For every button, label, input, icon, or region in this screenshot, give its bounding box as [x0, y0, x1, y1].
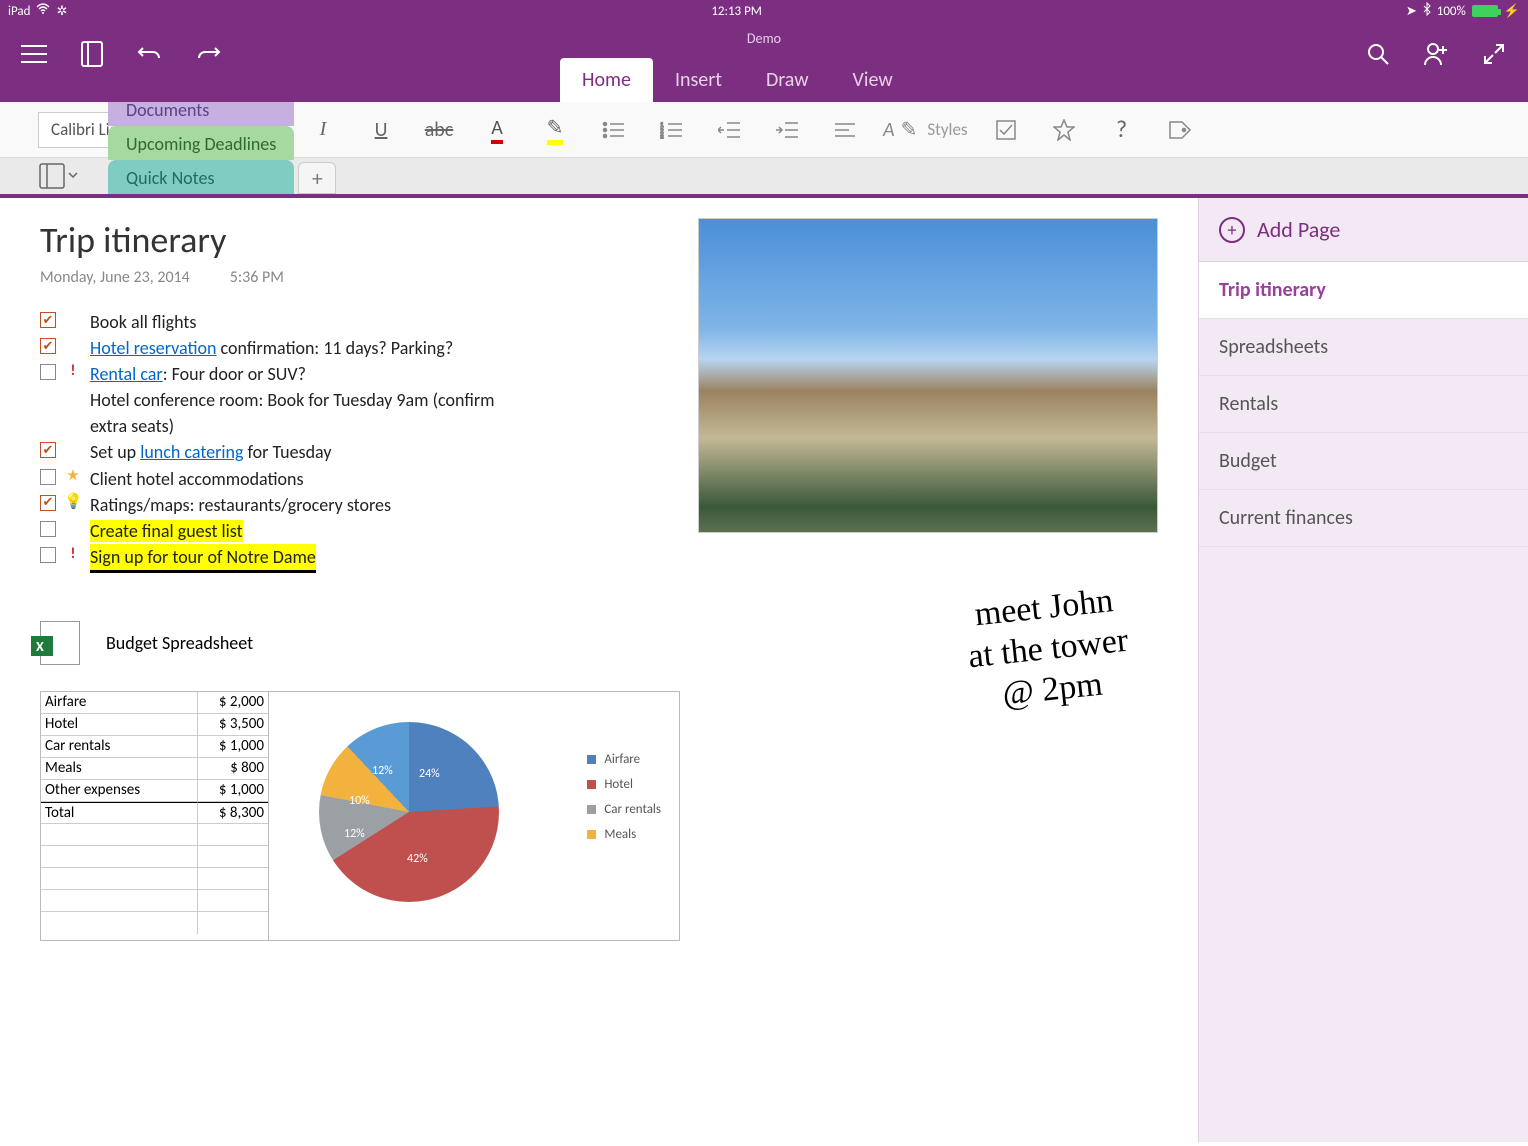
search-icon[interactable] [1364, 40, 1392, 68]
star-tag-icon: ★ [64, 466, 82, 488]
fullscreen-icon[interactable] [1480, 40, 1508, 68]
star-tag-button[interactable] [1044, 110, 1084, 150]
share-person-icon[interactable] [1422, 40, 1450, 68]
page-list-item[interactable]: Trip itinerary [1199, 262, 1528, 319]
bullet-list-button[interactable] [593, 110, 633, 150]
todo-text[interactable]: Hotel conference room: Book for Tuesday … [90, 387, 510, 439]
todo-text[interactable]: Ratings/maps: restaurants/grocery stores [90, 492, 391, 518]
add-page-label: Add Page [1257, 216, 1340, 243]
todo-text[interactable]: Set up lunch catering for Tuesday [90, 439, 331, 465]
todo-text[interactable]: Book all flights [90, 309, 196, 335]
underline-button[interactable]: U [361, 110, 401, 150]
page-list-item[interactable]: Budget [1199, 433, 1528, 490]
notebook-picker[interactable] [30, 158, 88, 194]
page-list-item[interactable]: Rentals [1199, 376, 1528, 433]
add-page-button[interactable]: + Add Page [1199, 198, 1528, 262]
tab-view[interactable]: View [831, 58, 915, 102]
notebook-pane-icon[interactable] [78, 40, 106, 68]
note-date: Monday, June 23, 2014 [40, 268, 190, 287]
bluetooth-icon [1423, 2, 1431, 20]
highlight-button[interactable]: ✎ [535, 110, 575, 150]
question-tag-button[interactable]: ? [1102, 110, 1142, 150]
important-tag-icon: ! [64, 361, 82, 383]
number-list-button[interactable]: 123 [651, 110, 691, 150]
svg-text:3: 3 [660, 132, 664, 139]
todo-text[interactable]: Hotel reservation confirmation: 11 days?… [90, 335, 453, 361]
undo-icon[interactable] [136, 40, 164, 68]
excel-file-icon [40, 621, 80, 665]
title-bar: Demo Home Insert Draw View [0, 22, 1528, 102]
sections-bar: TravelAccountsDocumentsUpcoming Deadline… [0, 158, 1528, 198]
page-list-item[interactable]: Current finances [1199, 490, 1528, 547]
wifi-icon [36, 3, 50, 19]
outdent-button[interactable] [709, 110, 749, 150]
sync-icon: ✲ [56, 4, 67, 19]
strikethrough-button[interactable]: abc [419, 110, 459, 150]
pie-chart: 24% 42% 12% 10% 12% AirfareHotelCar rent… [269, 692, 679, 940]
tab-home[interactable]: Home [560, 58, 653, 102]
page-list-sidebar: + Add Page Trip itinerarySpreadsheetsRen… [1198, 198, 1528, 1142]
budget-table: Airfare$ 2,000Hotel$ 3,500Car rentals$ 1… [41, 692, 269, 940]
battery-icon [1472, 5, 1498, 17]
italic-button[interactable]: I [303, 110, 343, 150]
styles-label: Styles [927, 119, 967, 140]
device-label: iPad [8, 4, 30, 19]
redo-icon[interactable] [194, 40, 222, 68]
clock: 12:13 PM [67, 4, 1405, 19]
tab-draw[interactable]: Draw [744, 58, 831, 102]
ink-handwriting[interactable]: meet John at the tower @ 2pm [962, 580, 1134, 718]
ios-status-bar: iPad ✲ 12:13 PM ➤ 100% ⚡ [0, 0, 1528, 22]
tags-button[interactable] [1160, 110, 1200, 150]
todo-text[interactable]: Rental car: Four door or SUV? [90, 361, 306, 387]
checkbox-icon[interactable] [40, 547, 56, 563]
note-canvas[interactable]: Trip itinerary Monday, June 23, 2014 5:3… [0, 198, 1198, 1142]
pie-graphic [319, 722, 499, 902]
embedded-spreadsheet[interactable]: Airfare$ 2,000Hotel$ 3,500Car rentals$ 1… [40, 691, 680, 941]
page-list-item[interactable]: Spreadsheets [1199, 319, 1528, 376]
checkbox-icon[interactable] [40, 521, 56, 537]
checkbox-icon[interactable] [40, 442, 56, 458]
add-section-button[interactable]: + [298, 162, 336, 194]
styles-button[interactable]: A✎ Styles [883, 110, 968, 150]
align-button[interactable] [825, 110, 865, 150]
todo-tag-button[interactable] [986, 110, 1026, 150]
inserted-image[interactable] [698, 218, 1158, 533]
todo-text[interactable]: Create final guest list [90, 518, 243, 544]
idea-tag-icon: 💡 [64, 492, 82, 514]
checkbox-icon[interactable] [40, 469, 56, 485]
tab-insert[interactable]: Insert [653, 58, 744, 102]
checkbox-icon[interactable] [40, 495, 56, 511]
battery-pct: 100% [1437, 4, 1466, 19]
document-title: Demo [747, 30, 781, 47]
checkbox-icon[interactable] [40, 312, 56, 328]
todo-text[interactable]: Sign up for tour of Notre Dame [90, 544, 316, 573]
todo-text[interactable]: Client hotel accommodations [90, 466, 304, 492]
section-tab[interactable]: Quick Notes [108, 160, 294, 194]
font-color-button[interactable]: A [477, 110, 517, 150]
menu-icon[interactable] [20, 40, 48, 68]
important-tag-icon: ! [64, 544, 82, 566]
section-tab[interactable]: Upcoming Deadlines [108, 126, 294, 160]
chart-legend: AirfareHotelCar rentalsMeals [587, 752, 661, 852]
indent-button[interactable] [767, 110, 807, 150]
checkbox-icon[interactable] [40, 364, 56, 380]
charging-icon: ⚡ [1504, 4, 1520, 19]
plus-circle-icon: + [1219, 217, 1245, 243]
ribbon-tabs: Home Insert Draw View [560, 56, 915, 102]
note-time: 5:36 PM [230, 268, 284, 287]
attachment-label: Budget Spreadsheet [106, 632, 253, 654]
checkbox-icon[interactable] [40, 338, 56, 354]
location-icon: ➤ [1406, 4, 1417, 19]
